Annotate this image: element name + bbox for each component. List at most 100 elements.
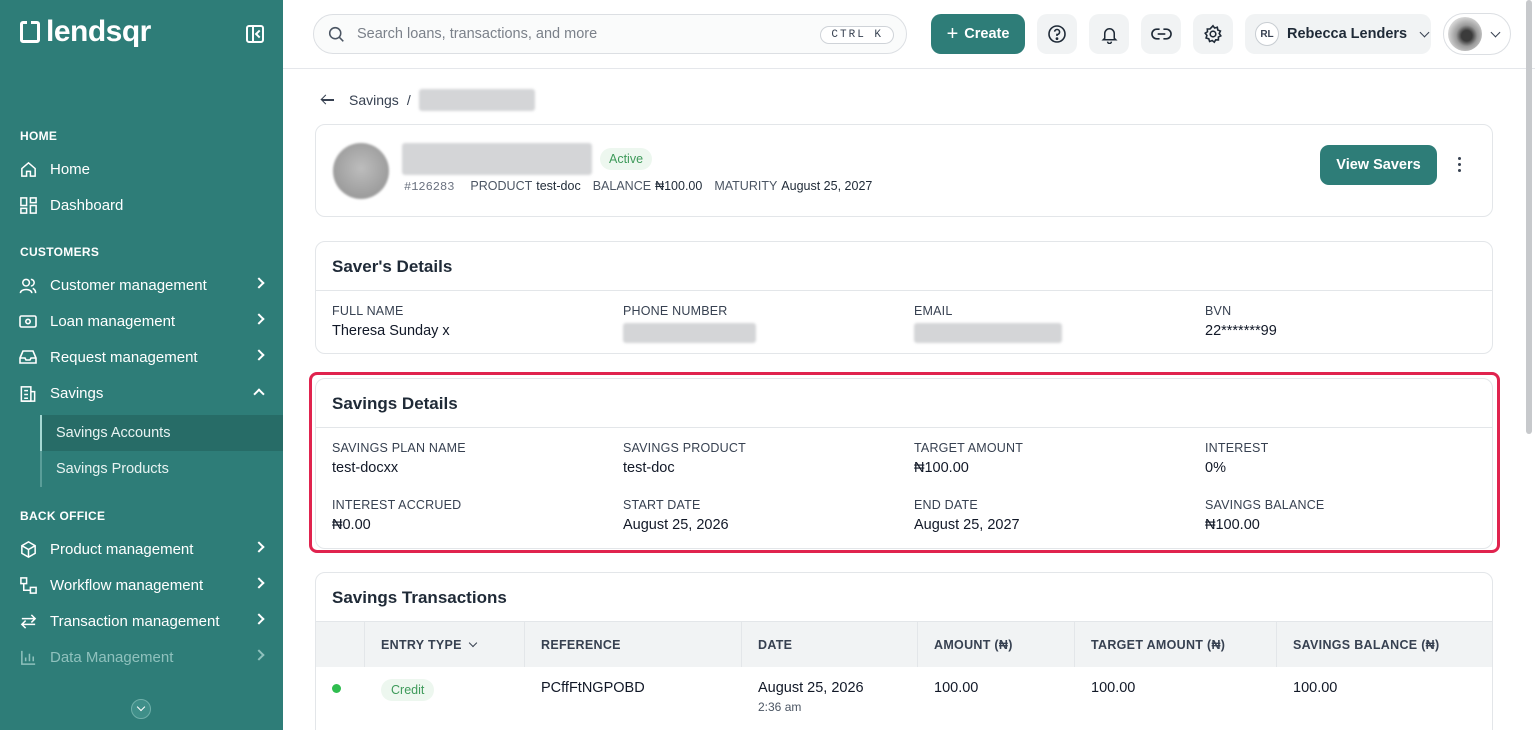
chevron-down-icon [1419,27,1430,38]
sidebar-scroll-down-icon[interactable] [131,699,151,719]
sidebar-subitem-savings-products[interactable]: Savings Products [40,451,283,487]
search-icon [328,26,344,42]
meta-maturity: MATURITY August 25, 2027 [714,179,873,193]
cell-reference: PCffFtNGPOBD [541,680,645,696]
user-name: Rebecca Lenders [1287,26,1408,42]
transfer-icon [18,611,38,631]
sidebar-item-customer-management[interactable]: Customer management [0,267,283,303]
chevron-down-icon [468,638,478,648]
breadcrumb-savings-link[interactable]: Savings [349,92,399,108]
sidebar-item-home[interactable]: Home [0,151,283,187]
cell-savings-balance: 100.00 [1293,680,1338,696]
table-row[interactable]: Credit PCffFtNGPOBD August 25, 2026 2:36… [316,667,1492,727]
help-button[interactable] [1037,14,1077,54]
saver-header-card: Active #126283 PRODUCT test-doc BALANCE ₦1… [315,124,1493,217]
meta-balance: BALANCE ₦100.00 [592,179,703,193]
entry-type-badge: Credit [381,679,435,701]
profile-menu[interactable] [1443,13,1511,55]
page-scrollbar[interactable] [1526,0,1532,434]
savings-details-card: Savings Details SAVINGS PLAN NAME test-d… [315,378,1493,549]
cell-target-amount: 100.00 [1091,680,1136,696]
field-bvn: BVN 22*******99 [1205,304,1277,339]
savings-transactions-title: Savings Transactions [316,573,1492,622]
sidebar-item-product-management[interactable]: Product management [0,531,283,567]
notifications-button[interactable] [1089,14,1129,54]
breadcrumb-current-redacted [418,89,535,111]
field-savings-product: SAVINGS PRODUCT test-doc [623,441,746,476]
search-shortcut-badge: CTRL K [820,26,894,44]
savings-details-title: Savings Details [316,379,1492,428]
sidebar-item-loan-management[interactable]: Loan management [0,303,283,339]
saver-name-redacted [402,143,592,175]
column-target-amount: TARGET AMOUNT (₦) [1091,637,1226,652]
collapse-sidebar-icon[interactable] [246,25,264,43]
search-input[interactable] [357,26,807,42]
sidebar-item-request-management[interactable]: Request management [0,339,283,375]
workflow-icon [18,575,38,595]
column-entry-type[interactable]: ENTRY TYPE [381,638,478,652]
saver-id: #126283 [404,180,455,194]
chevron-right-icon [253,613,265,625]
field-savings-balance: SAVINGS BALANCE ₦100.00 [1205,498,1325,533]
sidebar-item-transaction-management[interactable]: Transaction management [0,603,283,639]
cell-amount: 100.00 [934,680,979,696]
back-arrow-icon[interactable] [321,93,335,107]
chart-icon [18,647,38,667]
plus-icon: + [946,23,959,45]
column-savings-balance: SAVINGS BALANCE (₦) [1293,637,1440,652]
field-email: EMAIL [914,304,1062,347]
meta-product: PRODUCT test-doc [470,179,581,193]
loan-icon [18,311,38,331]
field-start-date: START DATE August 25, 2026 [623,498,729,533]
savings-transactions-card: Savings Transactions ENTRY TYPE REFERENC… [315,572,1493,730]
gear-icon [1204,24,1222,44]
link-icon [1150,28,1172,40]
field-full-name: FULL NAME Theresa Sunday x [332,304,450,339]
saver-meta: #126283 PRODUCT test-doc BALANCE ₦100.00 M… [404,179,872,194]
section-title-back-office: BACK OFFICE [20,509,106,523]
status-badge: Active [600,148,653,170]
breadcrumb-separator: / [406,92,411,108]
link-button[interactable] [1141,14,1181,54]
section-title-customers: CUSTOMERS [20,245,100,259]
savings-icon [18,383,38,403]
sidebar-item-workflow-management[interactable]: Workflow management [0,567,283,603]
savers-details-card: Saver's Details FULL NAME Theresa Sunday… [315,241,1493,354]
users-icon [18,275,38,295]
savers-details-title: Saver's Details [316,242,1492,291]
bell-icon [1100,27,1118,44]
sidebar-item-data-management[interactable]: Data Management [0,639,283,675]
chevron-up-icon [253,388,265,400]
home-icon [18,159,38,179]
search-bar[interactable]: CTRL K [313,14,907,54]
status-dot [332,684,341,693]
user-menu[interactable]: RL Rebecca Lenders [1245,14,1431,54]
phone-redacted [623,323,756,343]
logo-icon [20,21,40,43]
field-end-date: END DATE August 25, 2027 [914,498,1020,533]
cell-date: August 25, 2026 2:36 am [758,680,864,714]
sidebar-item-savings[interactable]: Savings [0,375,283,411]
sidebar-item-dashboard[interactable]: Dashboard [0,187,283,223]
topbar: CTRL K + Create RL Rebecca Lenders [283,0,1535,69]
field-target-amount: TARGET AMOUNT ₦100.00 [914,441,1024,476]
column-date: DATE [758,637,793,652]
settings-button[interactable] [1193,14,1233,54]
main-content: Savings / Active #126283 PRODUCT test-doc… [283,69,1525,730]
view-savers-button[interactable]: View Savers [1320,145,1437,185]
sidebar: lendsqr HOME Home Dashboard CUSTOMERS Cu… [0,0,283,730]
logo[interactable]: lendsqr [20,17,151,47]
sidebar-subitem-savings-accounts[interactable]: Savings Accounts [40,415,283,451]
field-phone-number: PHONE NUMBER [623,304,756,347]
user-initials-avatar: RL [1255,22,1279,46]
field-savings-plan-name: SAVINGS PLAN NAME test-docxx [332,441,466,476]
box-icon [18,539,38,559]
column-amount: AMOUNT (₦) [934,637,1013,652]
help-icon [1048,25,1066,43]
dashboard-icon [18,195,38,215]
more-options-icon[interactable] [1453,157,1465,175]
breadcrumb: Savings / [321,89,535,111]
chevron-right-icon [253,541,265,553]
create-button[interactable]: + Create [931,14,1025,54]
avatar [1448,17,1482,51]
